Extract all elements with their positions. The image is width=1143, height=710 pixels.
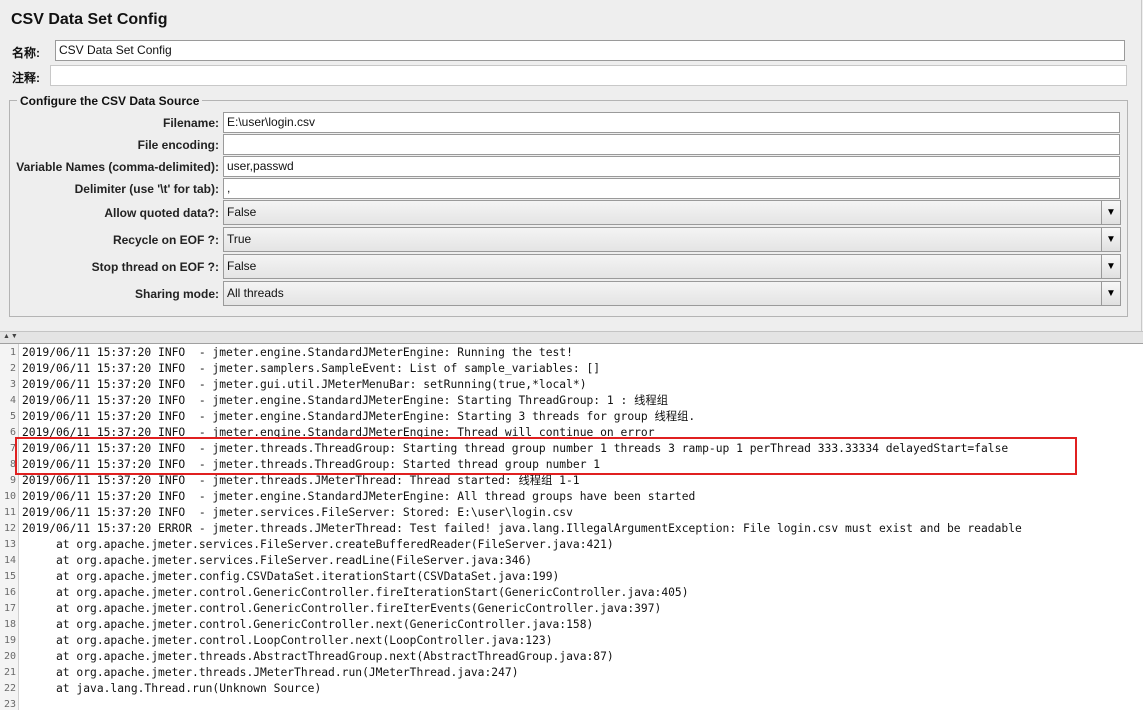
- log-text: at org.apache.jmeter.threads.AbstractThr…: [22, 650, 614, 663]
- log-line: 21 at org.apache.jmeter.threads.JMeterTh…: [0, 665, 1143, 681]
- line-number: 4: [9, 395, 16, 406]
- line-number: 10: [3, 491, 16, 502]
- page-title: CSV Data Set Config: [11, 11, 168, 28]
- log-text: at org.apache.jmeter.services.FileServer…: [22, 554, 533, 567]
- log-text: 2019/06/11 15:37:20 INFO - jmeter.thread…: [22, 474, 580, 487]
- log-text: 2019/06/11 15:37:20 INFO - jmeter.gui.ut…: [22, 378, 587, 391]
- log-line: 5 2019/06/11 15:37:20 INFO - jmeter.engin…: [0, 409, 1143, 425]
- line-number: 19: [3, 635, 16, 646]
- allow-quoted-select[interactable]: False ▼: [223, 200, 1121, 225]
- log-line: 9 2019/06/11 15:37:20 INFO - jmeter.threa…: [0, 473, 1143, 489]
- line-number: 2: [9, 363, 16, 374]
- line-number: 7: [9, 443, 16, 454]
- line-number: 11: [3, 507, 16, 518]
- sharing-mode-label: Sharing mode:: [134, 287, 219, 301]
- line-number: 1: [9, 347, 16, 358]
- delimiter-field[interactable]: ,: [223, 178, 1120, 199]
- log-line: 4 2019/06/11 15:37:20 INFO - jmeter.engin…: [0, 393, 1143, 409]
- log-text: 2019/06/11 15:37:20 INFO - jmeter.sample…: [22, 362, 601, 375]
- log-line: 22 at java.lang.Thread.run(Unknown Sourc…: [0, 681, 1143, 697]
- line-number: 23: [3, 699, 16, 710]
- split-arrows-icon[interactable]: ▲▼: [3, 333, 19, 340]
- log-text: 2019/06/11 15:37:20 INFO - jmeter.engine…: [22, 410, 696, 423]
- log-text: at org.apache.jmeter.control.LoopControl…: [22, 634, 553, 647]
- log-text: 2019/06/11 15:37:20 INFO - jmeter.engine…: [22, 394, 669, 407]
- name-field[interactable]: CSV Data Set Config: [55, 40, 1125, 61]
- chevron-down-icon[interactable]: ▼: [1101, 228, 1120, 251]
- line-number: 20: [3, 651, 16, 662]
- log-line: 15 at org.apache.jmeter.config.CSVDataSe…: [0, 569, 1143, 585]
- recycle-eof-value: True: [227, 232, 252, 246]
- log-text: 2019/06/11 15:37:20 INFO - jmeter.engine…: [22, 490, 696, 503]
- log-line: 17 at org.apache.jmeter.control.GenericC…: [0, 601, 1143, 617]
- log-line: 2 2019/06/11 15:37:20 INFO - jmeter.sampl…: [0, 361, 1143, 377]
- log-text: at java.lang.Thread.run(Unknown Source): [22, 682, 322, 695]
- sharing-mode-value: All threads: [227, 286, 284, 300]
- comment-label: 注释:: [12, 71, 40, 85]
- file-encoding-field[interactable]: [223, 134, 1120, 155]
- log-line: 13 at org.apache.jmeter.services.FileSer…: [0, 537, 1143, 553]
- allow-quoted-label: Allow quoted data?:: [104, 206, 219, 220]
- line-number: 17: [3, 603, 16, 614]
- comment-field[interactable]: [50, 65, 1127, 86]
- csv-config-panel: CSV Data Set Config 名称: CSV Data Set Con…: [0, 0, 1142, 331]
- variable-names-field[interactable]: user,passwd: [223, 156, 1120, 177]
- allow-quoted-value: False: [227, 205, 257, 219]
- line-number: 9: [9, 475, 16, 486]
- line-number: 18: [3, 619, 16, 630]
- line-number: 8: [9, 459, 16, 470]
- recycle-eof-select[interactable]: True ▼: [223, 227, 1121, 252]
- log-line: 3 2019/06/11 15:37:20 INFO - jmeter.gui.u…: [0, 377, 1143, 393]
- csv-source-group-title: Configure the CSV Data Source: [17, 94, 203, 108]
- line-number: 16: [3, 587, 16, 598]
- stop-thread-eof-select[interactable]: False ▼: [223, 254, 1121, 279]
- line-number: 6: [9, 427, 16, 438]
- log-line: 12 2019/06/11 15:37:20 ERROR - jmeter.thr…: [0, 521, 1143, 537]
- delimiter-label: Delimiter (use '\t' for tab):: [74, 182, 219, 196]
- line-number: 15: [3, 571, 16, 582]
- line-number: 12: [3, 523, 16, 534]
- log-line: 16 at org.apache.jmeter.control.GenericC…: [0, 585, 1143, 601]
- name-label: 名称:: [12, 46, 40, 60]
- variable-names-label: Variable Names (comma-delimited):: [16, 160, 219, 174]
- log-text: at org.apache.jmeter.control.GenericCont…: [22, 618, 594, 631]
- log-line: 14 at org.apache.jmeter.services.FileSer…: [0, 553, 1143, 569]
- log-line: 11 2019/06/11 15:37:20 INFO - jmeter.serv…: [0, 505, 1143, 521]
- log-text: 2019/06/11 15:37:20 ERROR - jmeter.threa…: [22, 522, 1022, 535]
- line-number: 3: [9, 379, 16, 390]
- line-number: 22: [3, 683, 16, 694]
- log-text: 2019/06/11 15:37:20 INFO - jmeter.servic…: [22, 506, 573, 519]
- log-line: 18 at org.apache.jmeter.control.GenericC…: [0, 617, 1143, 633]
- log-text: at org.apache.jmeter.config.CSVDataSet.i…: [22, 570, 560, 583]
- log-text: at org.apache.jmeter.services.FileServer…: [22, 538, 614, 551]
- line-number: 13: [3, 539, 16, 550]
- log-text: at org.apache.jmeter.control.GenericCont…: [22, 602, 662, 615]
- log-line: 19 at org.apache.jmeter.control.LoopCont…: [0, 633, 1143, 649]
- file-encoding-label: File encoding:: [137, 138, 219, 152]
- log-text: 2019/06/11 15:37:20 INFO - jmeter.engine…: [22, 346, 573, 359]
- log-line: 20 at org.apache.jmeter.threads.Abstract…: [0, 649, 1143, 665]
- filename-field[interactable]: E:\user\login.csv: [223, 112, 1120, 133]
- filename-label: Filename:: [162, 116, 219, 130]
- line-number: 21: [3, 667, 16, 678]
- stop-thread-eof-value: False: [227, 259, 257, 273]
- highlight-annotation: [15, 437, 1077, 475]
- log-text: at org.apache.jmeter.threads.JMeterThrea…: [22, 666, 519, 679]
- sharing-mode-select[interactable]: All threads ▼: [223, 281, 1121, 306]
- line-number: 5: [9, 411, 16, 422]
- log-viewer[interactable]: 1 2019/06/11 15:37:20 INFO - jmeter.engin…: [0, 343, 1143, 710]
- line-number: 14: [3, 555, 16, 566]
- log-line: 10 2019/06/11 15:37:20 INFO - jmeter.engi…: [0, 489, 1143, 505]
- chevron-down-icon[interactable]: ▼: [1101, 255, 1120, 278]
- chevron-down-icon[interactable]: ▼: [1101, 201, 1120, 224]
- log-text: at org.apache.jmeter.control.GenericCont…: [22, 586, 689, 599]
- recycle-eof-label: Recycle on EOF ?:: [112, 233, 219, 247]
- log-line: 23: [0, 697, 1143, 710]
- stop-thread-eof-label: Stop thread on EOF ?:: [91, 260, 219, 274]
- log-line: 1 2019/06/11 15:37:20 INFO - jmeter.engin…: [0, 345, 1143, 361]
- chevron-down-icon[interactable]: ▼: [1101, 282, 1120, 305]
